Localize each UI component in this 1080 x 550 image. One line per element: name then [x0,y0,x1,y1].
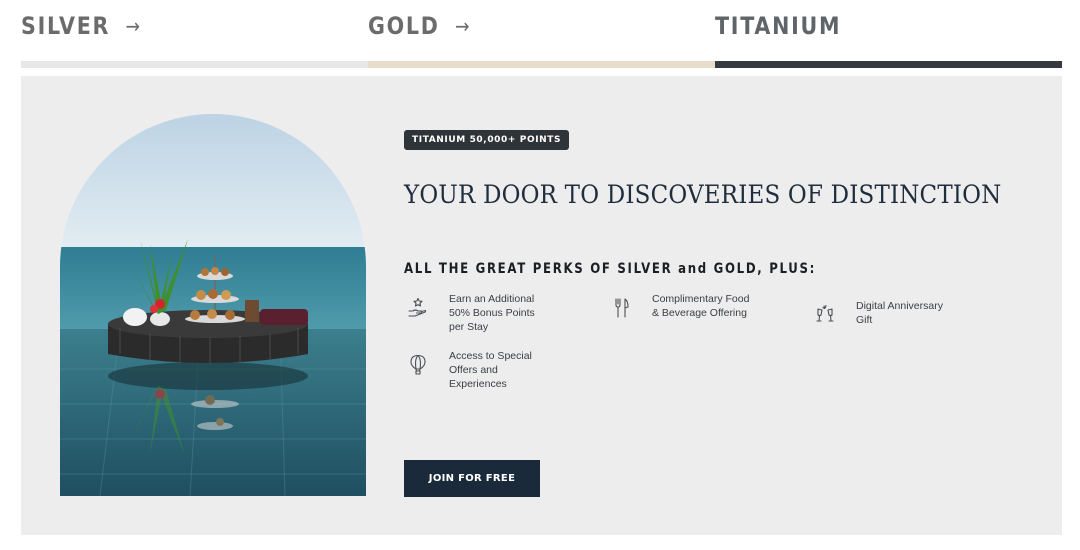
tab-silver-label: SILVER → [21,12,140,40]
perk-anniversary-gift-text: Digital Anniversary Gift [856,300,943,326]
arrow-right-icon: → [125,14,141,38]
champagne-glasses-icon [816,304,834,322]
tab-gold-name: GOLD [368,12,440,40]
tab-titanium-bar [715,61,1062,68]
tab-silver[interactable]: SILVER → [21,0,368,68]
tab-gold-label: GOLD → [368,12,470,40]
tier-tabs: SILVER → GOLD → TITANIUM [21,0,1062,68]
perk-food-beverage-text: Complimentary Food & Beverage Offering [652,293,750,319]
tab-gold[interactable]: GOLD → [368,0,715,68]
resort-floating-breakfast-image [60,114,366,496]
arrow-right-icon: → [455,14,470,38]
hand-star-icon [408,297,427,317]
tab-titanium-label: TITANIUM [715,12,841,40]
join-for-free-button[interactable]: JOIN FOR FREE [404,460,540,497]
perk-item: Earn an Additional 50% Bonus Points per … [406,292,549,334]
perk-item: Digital Anniversary Gift [813,299,956,327]
perk-item: Access to Special Offers and Experiences [406,349,549,391]
tier-detail-panel: TITANIUM 50,000+ POINTS YOUR DOOR TO DIS… [21,76,1062,535]
tier-points-badge: TITANIUM 50,000+ POINTS [404,130,570,150]
page-title: YOUR DOOR TO DISCOVERIES OF DISTINCTION [404,180,1002,209]
perk-item: Complimentary Food & Beverage Offering [609,292,752,320]
tab-silver-name: SILVER [21,12,111,40]
tab-titanium[interactable]: TITANIUM [715,0,1062,68]
perk-special-offers-text: Access to Special Offers and Experiences [449,350,532,390]
hot-air-balloon-icon [410,354,426,375]
tab-gold-bar [368,61,715,68]
tab-titanium-name: TITANIUM [715,12,842,40]
fork-knife-icon [615,298,629,318]
tab-silver-bar [21,61,368,68]
perk-bonus-points-text: Earn an Additional 50% Bonus Points per … [449,293,535,333]
perks-heading: ALL THE GREAT PERKS OF SILVER and GOLD, … [404,261,817,277]
